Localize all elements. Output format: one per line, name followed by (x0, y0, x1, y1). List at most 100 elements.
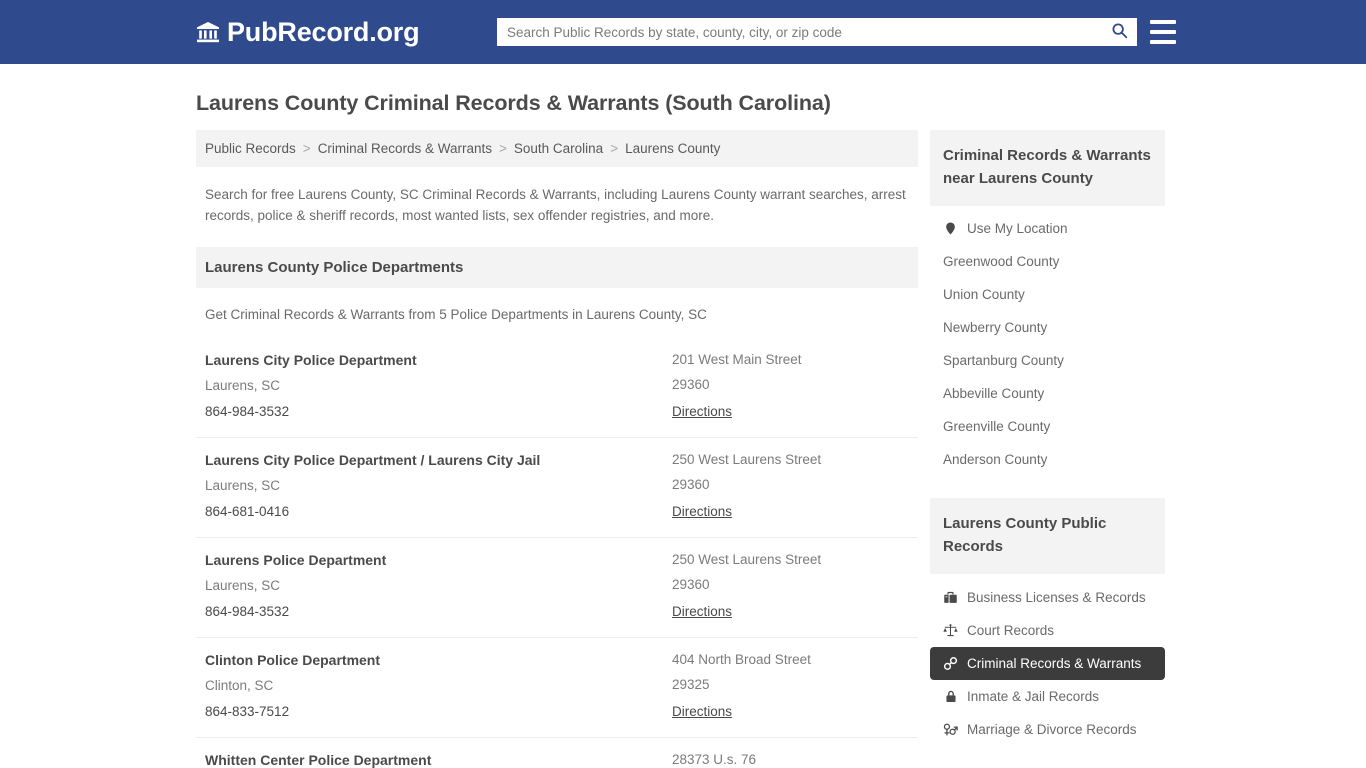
department-address: 28373 U.s. 76 (672, 752, 757, 767)
content-columns: Public Records > Criminal Records & Warran… (196, 130, 1366, 768)
page-intro-text: Search for free Laurens County, SC Crimi… (205, 187, 906, 223)
nearby-item-label: Greenville County (943, 419, 1051, 434)
handcuffs-icon (943, 656, 958, 671)
public-records-list: Business Licenses & Records Court Records… (930, 581, 1165, 746)
public-records-heading: Laurens County Public Records (943, 515, 1107, 555)
hamburger-bar (1150, 30, 1176, 34)
nearby-heading: Criminal Records & Warrants near Laurens… (943, 147, 1151, 187)
department-name[interactable]: Clinton Police Department (205, 652, 672, 668)
breadcrumb-item[interactable]: Laurens County (625, 141, 720, 156)
department-name[interactable]: Whitten Center Police Department (205, 752, 672, 768)
department-city: Laurens, SC (205, 378, 281, 393)
public-records-link[interactable]: Marriage & Divorce Records (930, 713, 1165, 746)
department-zip: 29360 (672, 577, 710, 592)
public-records-label: Marriage & Divorce Records (967, 722, 1137, 737)
public-records-link[interactable]: Inmate & Jail Records (930, 680, 1165, 713)
search-button[interactable] (1101, 18, 1137, 46)
public-records-label: Court Records (967, 623, 1055, 638)
nearby-county-link[interactable]: Greenville County (930, 410, 1165, 443)
search-icon (1111, 22, 1128, 42)
nearby-county-link[interactable]: Union County (930, 278, 1165, 311)
sidebar: Criminal Records & Warrants near Laurens… (930, 130, 1165, 768)
listing-left-column: Laurens City Police Department Laurens, S… (205, 352, 672, 421)
listing-right-column: 250 West Laurens Street 29360 Directions (672, 552, 909, 621)
department-city: Laurens, SC (205, 578, 281, 593)
department-address: 404 North Broad Street (672, 652, 811, 667)
site-logo[interactable]: PubRecord.org (196, 16, 420, 48)
nearby-county-link[interactable]: Abbeville County (930, 377, 1165, 410)
public-records-link[interactable]: Business Licenses & Records (930, 581, 1165, 614)
public-records-link[interactable]: Court Records (930, 614, 1165, 647)
listing-left-column: Laurens City Police Department / Laurens… (205, 452, 672, 521)
listing-right-column: 250 West Laurens Street 29360 Directions (672, 452, 909, 521)
page-body: Laurens County Criminal Records & Warran… (0, 91, 1366, 768)
department-address: 250 West Laurens Street (672, 552, 822, 567)
listing-right-column: 201 West Main Street 29360 Directions (672, 352, 909, 421)
search-input[interactable] (497, 18, 1101, 46)
department-phone[interactable]: 864-984-3532 (205, 604, 672, 619)
department-city: Clinton, SC (205, 678, 274, 693)
police-department-item: Laurens City Police Department Laurens, S… (196, 338, 918, 437)
police-department-item: Laurens City Police Department / Laurens… (196, 437, 918, 537)
directions-link[interactable]: Directions (672, 704, 732, 719)
department-zip: 29360 (672, 377, 710, 392)
police-department-list: Laurens City Police Department Laurens, S… (196, 338, 918, 768)
hamburger-bar (1150, 20, 1176, 24)
nearby-county-link[interactable]: Greenwood County (930, 245, 1165, 278)
page-title: Laurens County Criminal Records & Warran… (196, 91, 831, 115)
nearby-item-label: Greenwood County (943, 254, 1060, 269)
department-zip: 29360 (672, 477, 710, 492)
police-department-item: Laurens Police Department Laurens, SC 864-… (196, 537, 918, 637)
site-logo-text: PubRecord.org (227, 16, 420, 47)
breadcrumb-item[interactable]: South Carolina (514, 141, 603, 156)
breadcrumb-item[interactable]: Criminal Records & Warrants (318, 141, 492, 156)
department-phone[interactable]: 864-681-0416 (205, 504, 672, 519)
map-pin-icon (943, 221, 958, 236)
directions-link[interactable]: Directions (672, 404, 732, 419)
section-heading: Laurens County Police Departments (205, 259, 464, 276)
briefcase-icon (943, 590, 958, 605)
department-name[interactable]: Laurens Police Department (205, 552, 672, 568)
nearby-item-label: Use My Location (967, 221, 1068, 236)
department-zip: 29325 (672, 677, 710, 692)
lock-icon (943, 689, 958, 704)
breadcrumb-separator: > (498, 141, 507, 156)
section-header-bar: Laurens County Police Departments (196, 247, 918, 288)
breadcrumb-separator: > (610, 141, 619, 156)
nearby-county-list: Use My Location Greenwood County Union Cou… (930, 212, 1165, 476)
public-records-label: Inmate & Jail Records (967, 689, 1100, 704)
scales-of-justice-icon (943, 623, 958, 638)
department-name[interactable]: Laurens City Police Department / Laurens… (205, 452, 672, 468)
main-column: Public Records > Criminal Records & Warran… (196, 130, 918, 768)
public-records-section-header: Laurens County Public Records (930, 498, 1165, 574)
breadcrumb-item[interactable]: Public Records (205, 141, 296, 156)
gender-symbols-icon (943, 722, 958, 737)
hamburger-bar (1150, 40, 1176, 44)
site-header: PubRecord.org (0, 0, 1366, 64)
public-records-section: Laurens County Public Records Business L… (930, 498, 1165, 746)
nearby-item-label: Abbeville County (943, 386, 1045, 401)
police-department-item: Clinton Police Department Clinton, SC 864-… (196, 637, 918, 737)
department-phone[interactable]: 864-984-3532 (205, 404, 672, 419)
nearby-county-link[interactable]: Newberry County (930, 311, 1165, 344)
public-records-link[interactable]: Criminal Records & Warrants (930, 647, 1165, 680)
listing-right-column: 404 North Broad Street 29325 Directions (672, 652, 909, 721)
nearby-county-link[interactable]: Spartanburg County (930, 344, 1165, 377)
nearby-item-label: Anderson County (943, 452, 1048, 467)
search-bar (497, 18, 1137, 46)
nearby-section-header: Criminal Records & Warrants near Laurens… (930, 130, 1165, 206)
directions-link[interactable]: Directions (672, 504, 732, 519)
nearby-item-label: Union County (943, 287, 1025, 302)
department-phone[interactable]: 864-833-7512 (205, 704, 672, 719)
directions-link[interactable]: Directions (672, 604, 732, 619)
hamburger-menu-icon[interactable] (1150, 20, 1176, 44)
bank-icon (196, 20, 220, 44)
nearby-county-link[interactable]: Anderson County (930, 443, 1165, 476)
department-address: 201 West Main Street (672, 352, 802, 367)
section-subheading: Get Criminal Records & Warrants from 5 P… (205, 307, 707, 322)
department-name[interactable]: Laurens City Police Department (205, 352, 672, 368)
nearby-item-label: Newberry County (943, 320, 1048, 335)
department-city: Laurens, SC (205, 478, 281, 493)
listing-left-column: Whitten Center Police DepartmentClinton,… (205, 752, 672, 768)
use-my-location-link[interactable]: Use My Location (930, 212, 1165, 245)
